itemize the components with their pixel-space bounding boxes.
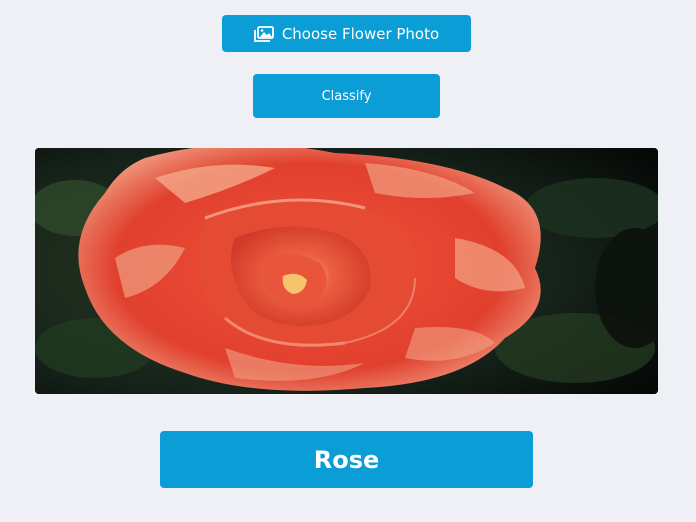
classification-result: Rose [160, 431, 533, 488]
classify-label: Classify [321, 88, 372, 104]
flower-photo [35, 148, 658, 394]
image-icon [253, 25, 274, 42]
classify-button[interactable]: Classify [253, 74, 440, 118]
choose-photo-label: Choose Flower Photo [281, 24, 440, 43]
choose-photo-button[interactable]: Choose Flower Photo [222, 15, 471, 52]
result-label: Rose [313, 445, 380, 474]
